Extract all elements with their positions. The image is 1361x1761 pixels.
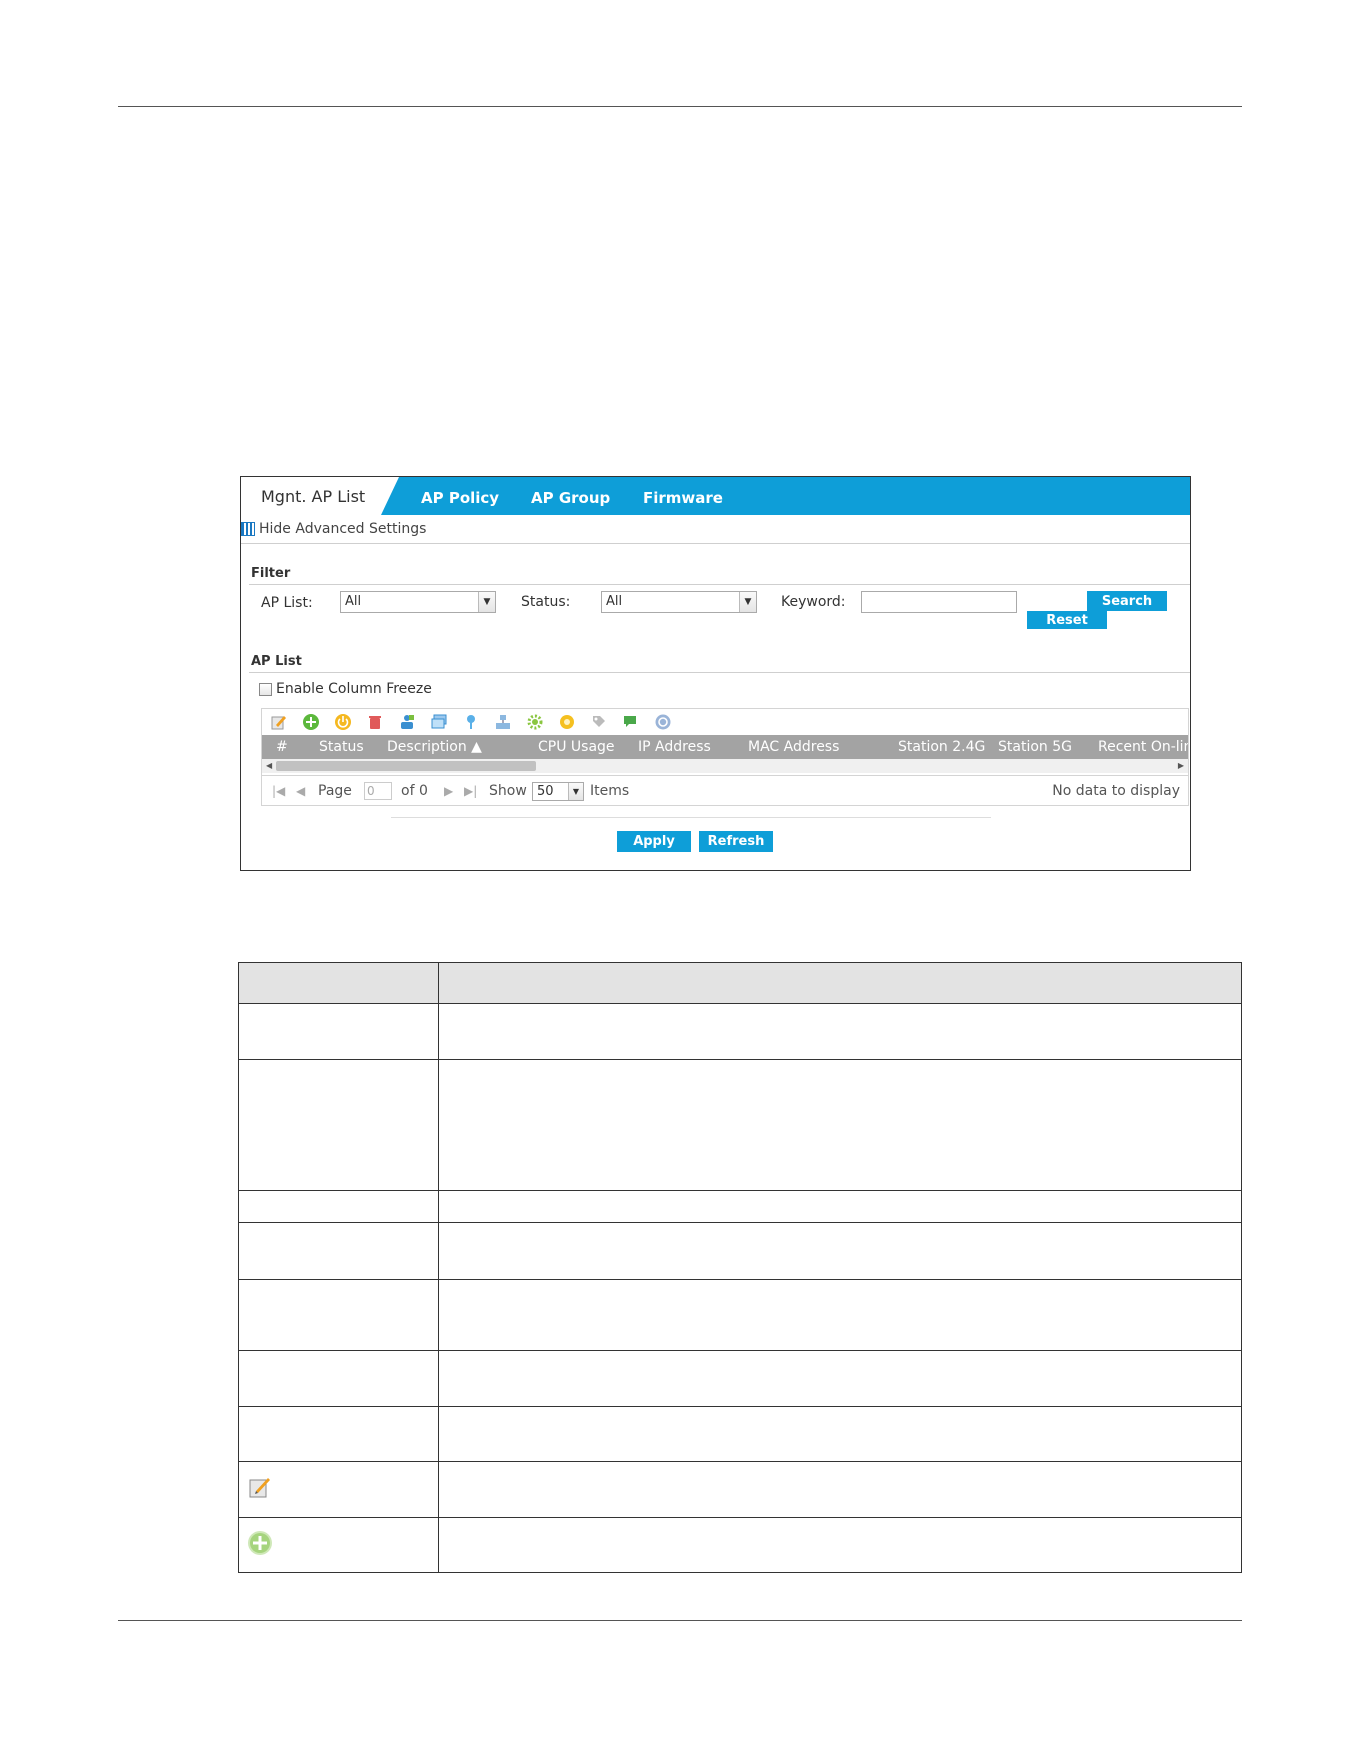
tab-ap-policy[interactable]: AP Policy [421,477,499,515]
prev-page-icon[interactable]: ◀ [296,776,305,806]
horizontal-scrollbar[interactable]: ◀ ▶ [262,759,1188,773]
ap-list-title: AP List [251,654,302,669]
items-label: Items [590,783,630,799]
chevron-down-icon: ▼ [739,592,756,612]
ap-list-divider [249,672,1190,673]
user-icon[interactable] [398,713,416,731]
reset-button[interactable]: Reset [1027,611,1107,629]
tab-label: Mgnt. AP List [261,487,366,506]
table-row [238,1461,1242,1518]
ap-list-grid: # Status Description ▲ CPU Usage IP Addr… [261,708,1189,806]
ap-list-select-value: All [345,594,362,609]
table-row [238,1190,1242,1223]
next-page-icon[interactable]: ▶ [444,776,453,806]
show-label: Show [489,783,527,799]
page-top-rule [118,106,1242,107]
table-row [238,1406,1242,1462]
table-header-cell [238,962,439,1004]
status-select-value: All [606,594,623,609]
ap-list-toolbar [262,709,1188,734]
mgnt-ap-list-panel: Mgnt. AP List AP Policy AP Group Firmwar… [240,476,1191,871]
col-ip-address[interactable]: IP Address [638,735,711,759]
tag-icon[interactable] [590,713,608,731]
page-number-input[interactable]: 0 [364,782,392,800]
table-row [238,1003,1242,1060]
field-description-table [238,962,1242,1573]
tab-ap-group[interactable]: AP Group [531,477,610,515]
col-recent-online[interactable]: Recent On-lin [1098,735,1188,759]
table-row [238,1279,1242,1351]
empty-message: No data to display [1052,783,1180,799]
add-icon [248,1531,272,1555]
edit-icon [249,1478,270,1498]
col-status[interactable]: Status [319,735,364,759]
refresh-icon[interactable] [654,713,672,731]
hide-advanced-settings-link[interactable]: Hide Advanced Settings [241,517,426,541]
last-page-icon[interactable]: ▶| [464,776,477,806]
table-row [238,1517,1242,1573]
refresh-button[interactable]: Refresh [699,831,773,852]
network-icon[interactable] [494,713,512,731]
add-icon[interactable] [302,713,320,731]
status-filter-label: Status: [521,594,571,610]
filter-title: Filter [251,566,291,581]
tab-firmware[interactable]: Firmware [643,477,723,515]
ap-list-filter-label: AP List: [261,595,313,611]
col-description[interactable]: Description ▲ [387,735,482,759]
column-freeze-label: Enable Column Freeze [276,681,432,697]
table-header-cell [438,962,1242,1004]
page-size-value: 50 [537,784,554,799]
keyword-input[interactable] [861,591,1017,613]
power-icon[interactable] [334,713,352,731]
pager: |◀ ◀ Page 0 of 0 ▶ ▶| Show 50 ▼ Items No… [262,775,1188,805]
chevron-down-icon: ▼ [478,592,495,612]
chevron-down-icon: ▼ [568,783,583,800]
page-size-select[interactable]: 50 ▼ [532,782,584,801]
search-button[interactable]: Search [1087,591,1167,611]
page-label: Page [318,783,352,799]
chat-icon[interactable] [622,713,640,731]
col-number[interactable]: # [276,735,288,759]
ap-list-select[interactable]: All ▼ [340,591,496,613]
tab-bar: Mgnt. AP List AP Policy AP Group Firmwar… [241,477,1190,515]
filter-divider [249,584,1190,585]
coin-icon[interactable] [558,713,576,731]
status-select[interactable]: All ▼ [601,591,757,613]
window-icon[interactable] [430,713,448,731]
table-header-row [238,962,1242,1004]
gear-icon[interactable] [526,713,544,731]
delete-icon[interactable] [366,713,384,731]
column-freeze-toggle[interactable]: Enable Column Freeze [259,681,432,697]
scroll-thumb[interactable] [276,761,536,771]
col-station-5g[interactable]: Station 5G [998,735,1072,759]
edit-icon[interactable] [270,713,288,731]
table-row [238,1350,1242,1407]
scroll-right-icon[interactable]: ▶ [1178,759,1184,773]
apply-button[interactable]: Apply [617,831,691,852]
antenna-icon[interactable] [462,713,480,731]
table-row [238,1222,1242,1280]
page-count-label: of 0 [401,783,428,799]
col-station-24g[interactable]: Station 2.4G [898,735,985,759]
page-bottom-rule [118,1620,1242,1621]
column-freeze-checkbox[interactable] [259,682,272,696]
footer-divider [391,817,991,818]
col-mac-address[interactable]: MAC Address [748,735,839,759]
ap-list-header-row: # Status Description ▲ CPU Usage IP Addr… [262,735,1188,759]
keyword-label: Keyword: [781,594,846,610]
col-cpu-usage[interactable]: CPU Usage [538,735,615,759]
columns-icon [241,522,255,536]
table-row [238,1059,1242,1191]
scroll-left-icon[interactable]: ◀ [266,759,272,773]
divider [241,543,1190,544]
first-page-icon[interactable]: |◀ [272,776,285,806]
hide-advanced-label: Hide Advanced Settings [259,521,427,537]
tab-mgnt-ap-list[interactable]: Mgnt. AP List [241,477,401,515]
